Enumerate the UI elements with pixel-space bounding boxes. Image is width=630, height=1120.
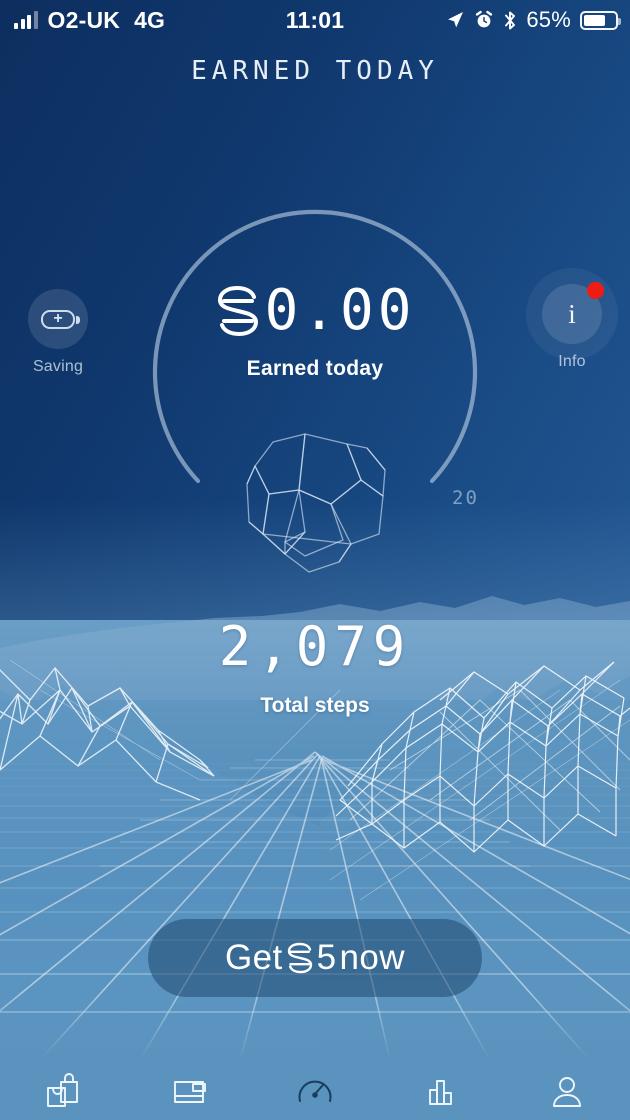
- tab-wallet[interactable]: [126, 1060, 252, 1120]
- background-bottom-fade: [0, 990, 630, 1060]
- network-type-label: 4G: [134, 6, 166, 33]
- saving-button-label: Saving: [32, 358, 84, 375]
- dodecahedron-icon: [246, 433, 386, 573]
- status-bar-right: 65%: [445, 0, 621, 40]
- sweatcoin-symbol-icon: [217, 285, 258, 337]
- cta-prefix: Get: [225, 938, 283, 977]
- bluetooth-icon: [505, 11, 516, 29]
- bottom-tab-bar: [0, 1060, 630, 1120]
- page-title: EARNED TODAY: [191, 56, 439, 86]
- tab-shop[interactable]: [0, 1060, 126, 1120]
- tab-stats[interactable]: [378, 1060, 504, 1120]
- wallet-icon: [174, 1081, 206, 1103]
- battery-plus-icon: +: [41, 309, 80, 329]
- earned-today-caption: Earned today: [246, 357, 384, 380]
- earned-amount-value: 0.00: [264, 278, 416, 343]
- saving-button[interactable]: + Saving: [28, 289, 88, 376]
- carrier-label: O2-UK: [47, 6, 121, 33]
- cta-suffix: now: [339, 938, 405, 977]
- total-steps-caption: Total steps: [260, 694, 370, 717]
- speedometer-icon: [298, 1080, 332, 1102]
- gauge-max-label: 20: [452, 487, 479, 509]
- shopping-bag-icon: [47, 1073, 78, 1107]
- status-bar-left: O2-UK 4G: [0, 7, 165, 34]
- info-button-disc[interactable]: i: [542, 282, 604, 344]
- status-bar: O2-UK 4G 11:01 65%: [0, 0, 630, 40]
- signal-bars-icon: [14, 11, 38, 29]
- location-arrow-icon: [448, 12, 464, 28]
- app-screen: O2-UK 4G 11:01 65% EARNED TODAY 20 0.00 …: [0, 0, 630, 1120]
- tab-activity[interactable]: [252, 1060, 378, 1120]
- tab-profile[interactable]: [504, 1060, 630, 1120]
- notification-dot: [587, 282, 604, 299]
- total-steps-value: 2,079: [218, 615, 412, 678]
- alarm-clock-icon: [476, 10, 493, 28]
- cta-amount: 5: [316, 938, 337, 977]
- info-icon: i: [568, 298, 576, 329]
- sweatcoin-symbol-icon: [287, 942, 312, 974]
- person-icon: [553, 1077, 581, 1107]
- battery-percent-label: 65%: [526, 7, 571, 32]
- total-steps-block: 2,079 Total steps: [0, 620, 630, 718]
- get-coins-button[interactable]: Get 5 now: [148, 919, 482, 997]
- info-button[interactable]: i Info: [542, 282, 604, 371]
- saving-button-disc[interactable]: +: [28, 289, 88, 349]
- info-button-label: Info: [558, 353, 586, 370]
- get-coins-button-label: Get 5 now: [225, 938, 405, 978]
- battery-icon: [580, 10, 621, 30]
- bar-chart-icon: [429, 1080, 452, 1105]
